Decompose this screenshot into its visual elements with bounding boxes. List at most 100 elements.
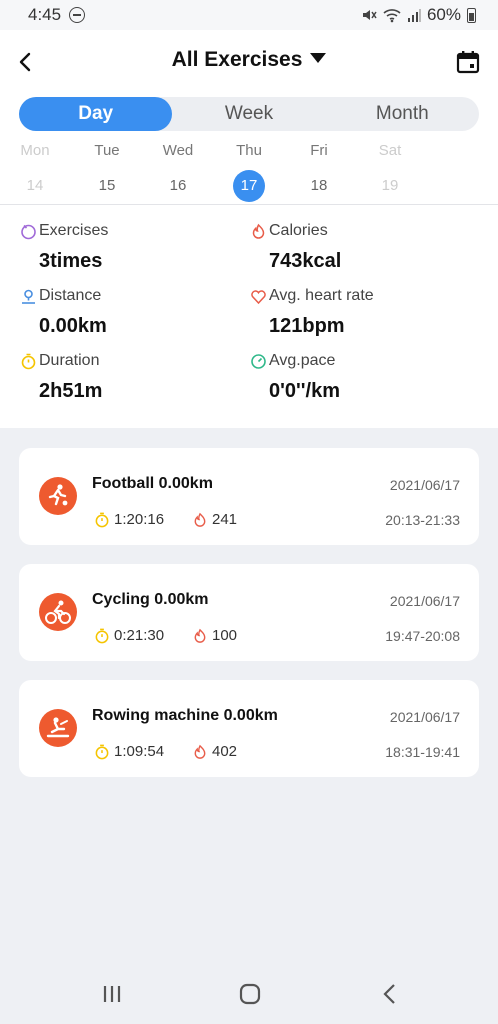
record-title: Football 0.00km [92, 475, 213, 492]
status-bar: 4:45 60% [0, 0, 498, 30]
stat-label: Avg. heart rate [269, 287, 374, 304]
recent-apps-icon[interactable] [100, 982, 124, 1006]
record-calories: 241 [192, 511, 237, 528]
stat-label: Avg.pace [269, 352, 336, 369]
exercise-record-card[interactable]: Rowing machine 0.00km 2021/06/17 1:09:54… [19, 680, 479, 777]
stat-exercises: Exercises 3times [20, 220, 250, 273]
record-date: 2021/06/17 [389, 477, 460, 493]
flame-icon [252, 223, 265, 239]
stat-heart-rate: Avg. heart rate 121bpm [250, 285, 480, 338]
stat-duration: Duration 2h51m [20, 350, 250, 403]
stopwatch-icon [95, 744, 109, 759]
record-duration: 0:21:30 [94, 627, 164, 644]
day-tue[interactable]: Tue 15 [82, 142, 132, 202]
flame-icon [194, 512, 206, 527]
heart-icon [251, 289, 266, 304]
week-strip: Mon 14 Tue 15 Wed 16 Thu 17 Fri 18 Sat 1… [0, 142, 498, 202]
stopwatch-icon [21, 353, 36, 369]
day-number: 15 [98, 177, 116, 194]
mute-icon [362, 10, 377, 20]
exercises-icon [21, 224, 36, 239]
day-number: 19 [381, 177, 399, 194]
status-icons: 60% [361, 5, 476, 25]
stopwatch-icon [95, 512, 109, 527]
record-duration-value: 0:21:30 [114, 627, 165, 644]
stat-value: 743kcal [269, 250, 342, 272]
day-number: 14 [26, 177, 44, 194]
tab-month[interactable]: Month [326, 97, 479, 131]
tab-day[interactable]: Day [19, 97, 173, 131]
calendar-icon[interactable] [456, 50, 480, 74]
stat-label: Exercises [39, 222, 109, 239]
caret-down-icon [310, 53, 327, 63]
day-name: Fri [310, 142, 328, 159]
stat-value: 3times [39, 250, 103, 272]
back-nav-icon[interactable] [378, 982, 402, 1006]
day-number: 18 [310, 177, 328, 194]
stat-label: Distance [39, 287, 102, 304]
do-not-disturb-icon [69, 7, 86, 23]
home-icon[interactable] [238, 982, 262, 1006]
status-time: 4:45 [28, 5, 62, 24]
day-number: 17 [233, 170, 265, 202]
football-icon [39, 477, 77, 515]
exercise-record-card[interactable]: Football 0.00km 2021/06/17 1:20:16 241 2… [19, 448, 479, 545]
wifi-icon [383, 9, 401, 23]
flame-icon [194, 628, 206, 643]
record-calories: 100 [192, 627, 237, 644]
record-calories-value: 100 [212, 627, 238, 644]
record-time-range: 18:31-19:41 [385, 744, 460, 760]
stat-value: 121bpm [269, 315, 345, 337]
day-fri[interactable]: Fri 18 [294, 142, 344, 202]
rowing-icon [39, 709, 77, 747]
system-nav-bar [0, 962, 498, 1024]
record-duration: 1:20:16 [94, 511, 164, 528]
exercise-record-card[interactable]: Cycling 0.00km 2021/06/17 0:21:30 100 19… [19, 564, 479, 661]
day-name: Sat [378, 142, 402, 159]
exercise-filter-dropdown[interactable]: All Exercises [0, 48, 498, 72]
header: All Exercises [0, 30, 498, 95]
stat-pace: Avg.pace 0'0''/km [250, 350, 480, 403]
record-duration: 1:09:54 [94, 743, 164, 760]
stat-distance: Distance 0.00km [20, 285, 250, 338]
stat-calories: Calories 743kcal [250, 220, 480, 273]
day-name: Thu [236, 142, 262, 159]
record-calories-value: 241 [212, 511, 238, 528]
record-title: Rowing machine 0.00km [92, 707, 278, 724]
record-duration-value: 1:09:54 [114, 743, 165, 760]
battery-percent: 60% [426, 5, 461, 24]
day-name: Wed [162, 142, 194, 159]
stat-label: Calories [269, 222, 328, 239]
stat-value: 0.00km [39, 315, 107, 337]
location-pin-icon [22, 289, 35, 304]
day-mon[interactable]: Mon 14 [10, 142, 60, 202]
record-title: Cycling 0.00km [92, 591, 209, 608]
pace-gauge-icon [251, 353, 266, 369]
divider [0, 204, 498, 205]
day-name: Mon [20, 142, 50, 159]
flame-icon [194, 744, 206, 759]
day-wed[interactable]: Wed 16 [153, 142, 203, 202]
stat-label: Duration [39, 352, 100, 369]
record-duration-value: 1:20:16 [114, 511, 165, 528]
cycling-icon [39, 593, 77, 631]
summary-panel: All Exercises Day Week Month Mon 14 Tue … [0, 30, 498, 428]
stopwatch-icon [95, 628, 109, 643]
day-thu[interactable]: Thu 17 [224, 142, 274, 202]
record-time-range: 19:47-20:08 [385, 628, 460, 644]
record-date: 2021/06/17 [389, 593, 460, 609]
signal-icon [407, 9, 421, 22]
record-calories-value: 402 [212, 743, 238, 760]
day-number: 16 [169, 177, 187, 194]
record-date: 2021/06/17 [389, 709, 460, 725]
record-time-range: 20:13-21:33 [385, 512, 460, 528]
stat-value: 0'0''/km [269, 380, 340, 402]
record-calories: 402 [192, 743, 237, 760]
battery-icon [467, 7, 476, 23]
period-tabs: Day Week Month [19, 97, 479, 131]
page-title: All Exercises [171, 48, 303, 71]
stat-value: 2h51m [39, 380, 103, 402]
day-sat[interactable]: Sat 19 [365, 142, 415, 202]
day-name: Tue [94, 142, 120, 159]
tab-week[interactable]: Week [172, 97, 325, 131]
